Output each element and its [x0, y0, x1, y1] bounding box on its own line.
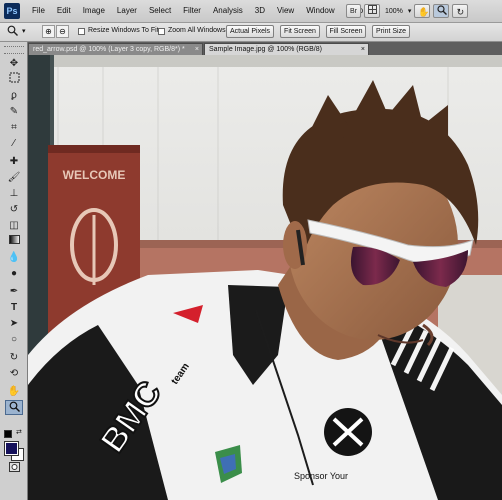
- menu-window[interactable]: Window: [300, 0, 340, 22]
- menu-filter[interactable]: Filter: [177, 0, 207, 22]
- history-brush-tool-icon[interactable]: ↺: [5, 202, 23, 217]
- path-selection-tool-icon[interactable]: ➤: [5, 316, 23, 331]
- zoom-tool-icon[interactable]: [5, 400, 23, 415]
- chevron-down-icon[interactable]: ▾: [22, 27, 26, 35]
- zoom-tool-preset-icon[interactable]: [6, 25, 19, 38]
- zoom-icon[interactable]: [433, 4, 450, 18]
- zoom-out-icon[interactable]: ⊖: [56, 25, 69, 38]
- gradient-tool-icon[interactable]: [5, 234, 23, 249]
- menu-select[interactable]: Select: [143, 0, 177, 22]
- menu-bar: Ps File Edit Image Layer Select Filter A…: [0, 0, 502, 23]
- actual-pixels-button[interactable]: Actual Pixels: [226, 25, 274, 38]
- document-canvas[interactable]: WELCOME BMC team Sponsor Your: [28, 55, 502, 500]
- blur-tool-icon[interactable]: 💧: [5, 250, 23, 265]
- menu-view[interactable]: View: [271, 0, 300, 22]
- photo-cyclist: WELCOME BMC team Sponsor Your: [28, 55, 502, 500]
- options-bar: ▾ ⊕ ⊖ Resize Windows To Fit Zoom All Win…: [0, 23, 502, 42]
- menu-3d[interactable]: 3D: [249, 0, 271, 22]
- zoom-all-windows-checkbox[interactable]: [158, 28, 165, 35]
- panel-grip[interactable]: [4, 46, 24, 54]
- tab-red-arrow[interactable]: red_arrow.psd @ 100% (Layer 3 copy, RGB/…: [28, 43, 203, 55]
- fill-screen-button[interactable]: Fill Screen: [326, 25, 366, 38]
- rotate-icon[interactable]: ↻: [452, 4, 469, 18]
- eraser-tool-icon[interactable]: ◫: [5, 218, 23, 233]
- resize-windows-label: Resize Windows To Fit: [88, 27, 159, 34]
- grid-icon: [368, 5, 377, 14]
- zoom-level[interactable]: 100%: [383, 8, 405, 15]
- photoshop-logo: Ps: [4, 3, 20, 19]
- 3d-orbit-tool-icon[interactable]: ⟲: [5, 366, 23, 381]
- move-tool-icon[interactable]: ✥: [5, 56, 23, 71]
- zoom-in-icon[interactable]: ⊕: [42, 25, 55, 38]
- tab-label: red_arrow.psd @ 100% (Layer 3 copy, RGB/…: [33, 46, 185, 53]
- menu-edit[interactable]: Edit: [51, 0, 77, 22]
- foreground-color-swatch[interactable]: [4, 441, 19, 456]
- quick-select-tool-icon[interactable]: ✎: [5, 104, 23, 119]
- fit-screen-button[interactable]: Fit Screen: [280, 25, 320, 38]
- swap-colors-icon[interactable]: ⇄: [16, 428, 22, 436]
- banner-text: WELCOME: [63, 168, 126, 182]
- bridge-button[interactable]: Br: [346, 4, 361, 18]
- 3d-rotate-tool-icon[interactable]: ↻: [5, 350, 23, 365]
- tab-label: Sample Image.jpg @ 100% (RGB/8): [209, 46, 322, 53]
- quick-mask-icon[interactable]: [5, 462, 23, 477]
- healing-brush-tool-icon[interactable]: ✚: [5, 154, 23, 169]
- magnifier-icon: [437, 5, 448, 15]
- clone-stamp-tool-icon[interactable]: ⊥: [5, 186, 23, 201]
- menu-analysis[interactable]: Analysis: [207, 0, 249, 22]
- eyedropper-tool-icon[interactable]: ⁄: [5, 136, 23, 151]
- shape-tool-icon[interactable]: ○: [5, 332, 23, 347]
- menu-list: File Edit Image Layer Select Filter Anal…: [26, 0, 369, 22]
- document-tab-bar: red_arrow.psd @ 100% (Layer 3 copy, RGB/…: [28, 42, 502, 55]
- tab-sample-image[interactable]: Sample Image.jpg @ 100% (RGB/8) ×: [204, 43, 369, 55]
- menu-layer[interactable]: Layer: [111, 0, 143, 22]
- chevron-down-icon[interactable]: ▾: [408, 7, 412, 15]
- lasso-tool-icon[interactable]: ϼ: [5, 88, 23, 103]
- dodge-tool-icon[interactable]: ●: [5, 266, 23, 281]
- hand-tool-icon[interactable]: ✋: [5, 384, 23, 399]
- zoom-all-windows-label: Zoom All Windows: [168, 27, 226, 34]
- menubar-right-tools: Br 100% ▾ ✋ ↻: [346, 3, 469, 19]
- pen-tool-icon[interactable]: ✒: [5, 284, 23, 299]
- default-colors-icon[interactable]: [4, 430, 12, 438]
- jersey-sponsor-text: Sponsor Your: [294, 471, 348, 481]
- view-extras-button[interactable]: [364, 4, 380, 18]
- type-tool-icon[interactable]: T: [5, 300, 23, 315]
- hand-icon[interactable]: ✋: [414, 4, 431, 18]
- crop-tool-icon[interactable]: ⌗: [5, 120, 23, 135]
- marquee-tool-icon[interactable]: [5, 72, 23, 87]
- menu-file[interactable]: File: [26, 0, 51, 22]
- print-size-button[interactable]: Print Size: [372, 25, 410, 38]
- brush-tool-icon[interactable]: 🖌: [5, 170, 23, 185]
- menu-image[interactable]: Image: [77, 0, 111, 22]
- tools-panel: ✥ ϼ ✎ ⌗ ⁄ ✚ 🖌 ⊥ ↺ ◫ 💧 ● ✒ T ➤ ○ ↻ ⟲ ✋ ⇄: [0, 42, 28, 500]
- resize-windows-checkbox[interactable]: [78, 28, 85, 35]
